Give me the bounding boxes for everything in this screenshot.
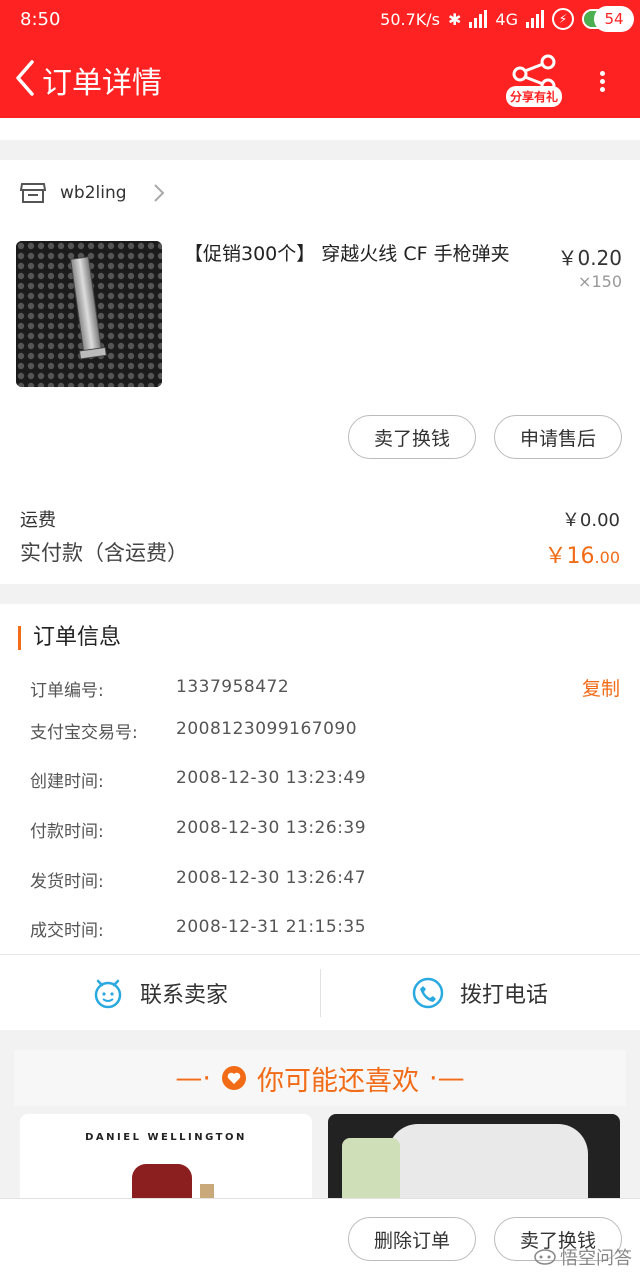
network-speed: 50.7K/s: [380, 9, 441, 29]
recommend-item-1-brand: DANIEL WELLINGTON: [85, 1132, 247, 1143]
page-title: 订单详情: [42, 66, 162, 101]
top-bar: 8:50 50.7K/s ✱ 4G ⚡ 47 订单详情 分享有礼 54: [0, 0, 640, 118]
heart-icon: [222, 1066, 246, 1090]
network-type: 4G: [495, 9, 518, 29]
chevron-right-icon: [153, 184, 164, 202]
shipping-value: ￥0.00: [561, 510, 620, 531]
recommend-header: —· 你可能还喜欢 ·—: [14, 1050, 626, 1106]
call-phone-label: 拨打电话: [460, 983, 549, 1008]
sneaker-image: [388, 1124, 588, 1204]
created-time-label: 创建时间:: [30, 772, 104, 792]
share-reward-badge[interactable]: 分享有礼: [506, 86, 563, 107]
charging-icon: ⚡: [552, 8, 574, 30]
paid-time-label: 付款时间:: [30, 822, 104, 842]
left-ornament: —·: [175, 1062, 211, 1094]
order-number-value: 1337958472: [176, 677, 290, 697]
paid-label: 实付款（含运费）: [20, 541, 188, 565]
paid-time-value: 2008-12-30 13:26:39: [176, 818, 367, 838]
recommend-item-2[interactable]: [328, 1114, 620, 1204]
message-count-badge[interactable]: 54: [594, 6, 634, 32]
copy-button[interactable]: 复制: [582, 674, 620, 701]
phone-icon: [412, 977, 444, 1009]
chat-face-icon: [94, 979, 122, 1009]
signal-icon-2: [526, 10, 544, 28]
more-menu-icon[interactable]: [592, 68, 612, 98]
shipped-time-label: 发货时间:: [30, 872, 104, 892]
contact-seller-button[interactable]: 联系卖家: [92, 955, 228, 1031]
status-icons: 50.7K/s ✱ 4G ⚡ 47: [380, 8, 622, 30]
alipay-no-value: 2008123099167090: [176, 719, 358, 739]
product-image[interactable]: [16, 241, 162, 387]
closed-time-label: 成交时间:: [30, 921, 104, 941]
shop-row[interactable]: wb2ling: [20, 182, 165, 204]
resell-button[interactable]: 卖了换钱: [348, 415, 476, 459]
status-time: 8:50: [20, 9, 61, 30]
product-title[interactable]: 【促销300个】 穿越火线 CF 手枪弹夹: [184, 241, 534, 267]
contact-bar: 联系卖家 拨打电话: [0, 954, 640, 1030]
signal-icon: [469, 10, 488, 28]
paid-amount: ￥16.00: [544, 544, 620, 569]
product-quantity: ×150: [578, 272, 622, 291]
right-ornament: ·—: [429, 1062, 465, 1094]
bluetooth-icon: ✱: [448, 9, 462, 29]
closed-time-value: 2008-12-31 21:15:35: [176, 917, 367, 937]
order-number-label: 订单编号:: [30, 681, 104, 701]
call-phone-button[interactable]: 拨打电话: [412, 955, 548, 1031]
top-strip: [0, 118, 640, 140]
wukong-logo-icon: [534, 1249, 556, 1265]
shop-icon: [20, 183, 46, 203]
product-price: ￥0.20: [557, 246, 622, 270]
shipping-label: 运费: [20, 510, 56, 531]
contact-divider: [320, 969, 321, 1017]
back-arrow-icon[interactable]: [10, 58, 40, 98]
recommend-title: 你可能还喜欢: [257, 1065, 419, 1097]
after-sales-button[interactable]: 申请售后: [494, 415, 622, 459]
created-time-value: 2008-12-30 13:23:49: [176, 768, 367, 788]
nav-bar: 订单详情 分享有礼: [0, 40, 640, 118]
shipped-time-value: 2008-12-30 13:26:47: [176, 868, 367, 888]
contact-seller-label: 联系卖家: [140, 983, 229, 1008]
shop-name: wb2ling: [60, 183, 127, 203]
recommend-item-1[interactable]: DANIEL WELLINGTON: [20, 1114, 312, 1204]
cleaner-bottle-image: [342, 1138, 400, 1204]
delete-order-button[interactable]: 删除订单: [348, 1217, 476, 1261]
watermark: 悟空问答: [534, 1244, 632, 1270]
alipay-no-label: 支付宝交易号:: [30, 723, 138, 743]
status-bar: 8:50 50.7K/s ✱ 4G ⚡ 47: [0, 0, 640, 40]
order-info-title: 订单信息: [18, 626, 121, 650]
